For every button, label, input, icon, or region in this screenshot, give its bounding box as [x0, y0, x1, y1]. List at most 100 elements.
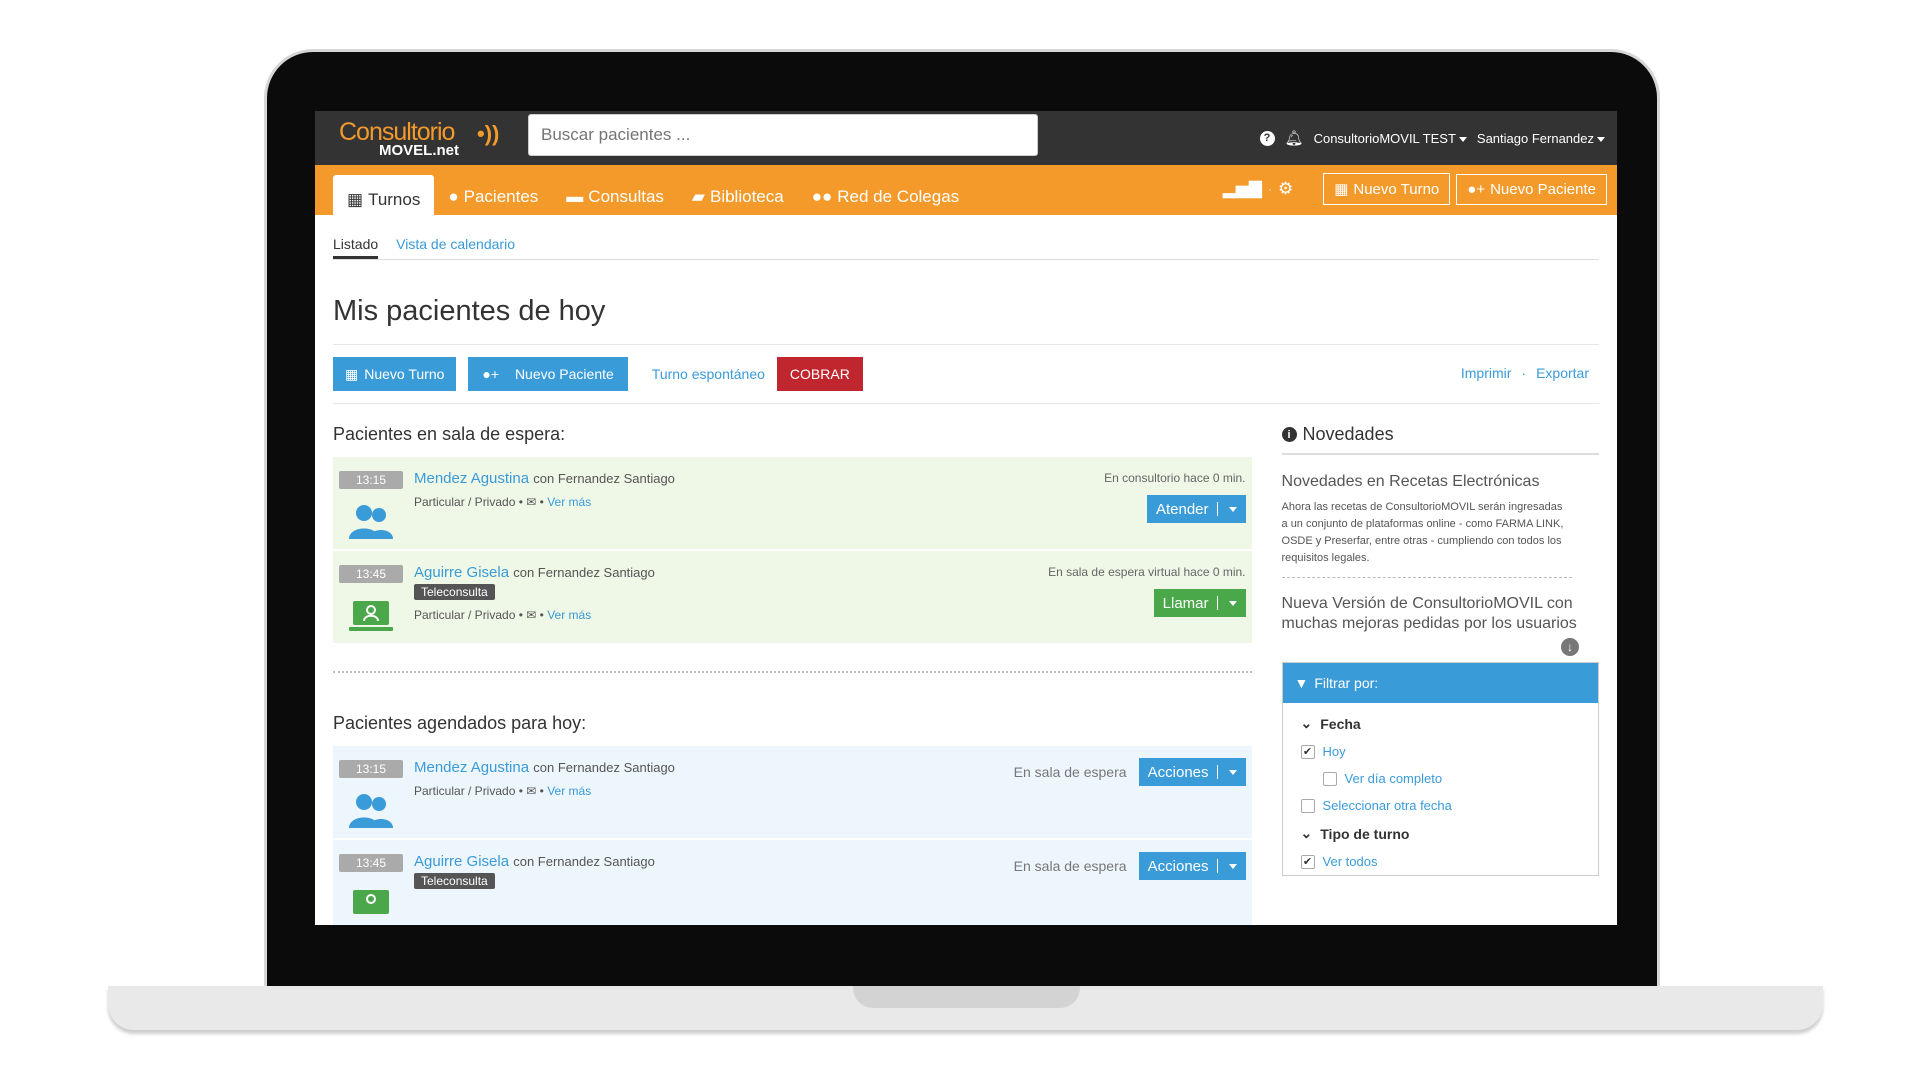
logo-text-bottom: MOVEL.net — [379, 142, 460, 159]
filter-section-label: Fecha — [1320, 715, 1361, 732]
filter-panel: ▼ Filtrar por: ⌄ Fecha ✔ Hoy Ver día comple… — [1281, 662, 1599, 876]
llamar-button[interactable]: Llamar — [1153, 589, 1246, 617]
time-badge: 13:15 — [339, 471, 403, 489]
filter-section-tipo[interactable]: ⌄ Tipo de turno — [1283, 819, 1598, 848]
tab-consultas[interactable]: ▬ Consultas — [552, 187, 678, 215]
separator-dot: · — [1521, 365, 1527, 381]
tab-turnos[interactable]: ▦ Turnos — [333, 175, 435, 215]
tab-biblioteca[interactable]: ▰ Biblioteca — [678, 187, 798, 215]
filter-section-fecha[interactable]: ⌄ Fecha — [1283, 709, 1598, 738]
patient-name[interactable]: Aguirre Gisela con Fernandez Santiago — [414, 564, 655, 581]
caret-down-icon[interactable] — [1228, 600, 1237, 606]
top-header: Consultorio MOVEL.net •)) ? 🔔︎ Consultor… — [315, 111, 1617, 165]
caret-down-icon — [1458, 136, 1467, 142]
filter-option-ver-todos[interactable]: ✔ Ver todos — [1283, 848, 1598, 875]
patient-meta: Particular / Privado • ✉ • Ver más — [414, 784, 591, 798]
acciones-button[interactable]: Acciones — [1138, 852, 1246, 880]
tab-red-de-colegas[interactable]: ●● Red de Colegas — [798, 187, 973, 215]
account-dropdown[interactable]: ConsultorioMOVIL TEST — [1314, 131, 1467, 146]
filter-title: Filtrar por: — [1314, 675, 1379, 691]
list-item[interactable]: 13:45 Aguirre Gisela con Fernandez Santi… — [333, 551, 1252, 645]
cobrar-button[interactable]: COBRAR — [776, 357, 863, 391]
filter-option-hoy[interactable]: ✔ Hoy — [1283, 738, 1598, 765]
exportar-link[interactable]: Exportar — [1536, 365, 1589, 381]
chevron-down-icon: ⌄ — [1300, 825, 1313, 841]
nuevo-turno-button[interactable]: ▦ Nuevo Turno — [333, 357, 457, 391]
imprimir-link[interactable]: Imprimir — [1461, 365, 1512, 381]
subtab-listado[interactable]: Listado — [333, 236, 379, 259]
calendar-icon: ▦ — [1334, 181, 1349, 198]
ver-mas-link[interactable]: Ver más — [547, 784, 591, 798]
page-title: Mis pacientes de hoy — [333, 295, 1599, 345]
user-plus-icon: ●+ — [1467, 180, 1486, 198]
patient-name[interactable]: Aguirre Gisela con Fernandez Santiago — [414, 853, 655, 870]
list-item[interactable]: 13:15 Mendez Agustina con Fernandez Sant… — [333, 457, 1252, 551]
news-title-2: Nueva Versión de ConsultorioMOVIL con mu… — [1281, 595, 1577, 632]
news-item-2[interactable]: Nueva Versión de ConsultorioMOVIL con mu… — [1281, 594, 1599, 656]
checkbox-checked[interactable]: ✔ — [1300, 744, 1315, 759]
time-badge: 13:45 — [339, 565, 403, 583]
calendar-icon: ▦ — [347, 190, 364, 209]
list-item[interactable]: 13:45 Aguirre Gisela con Fernandez Santi… — [333, 840, 1252, 925]
caret-down-icon[interactable] — [1228, 769, 1237, 775]
checkbox-checked[interactable]: ✔ — [1300, 854, 1315, 869]
search-input[interactable] — [528, 114, 1038, 156]
app-logo[interactable]: Consultorio MOVEL.net •)) — [331, 111, 501, 165]
export-links: Imprimir · Exportar — [1461, 365, 1589, 381]
acciones-button[interactable]: Acciones — [1138, 758, 1246, 786]
news-text-1: Ahora las recetas de ConsultorioMOVIL se… — [1281, 499, 1572, 578]
nav-nuevo-paciente-button[interactable]: ●+ Nuevo Paciente — [1456, 173, 1607, 205]
dot-separator: · — [1267, 182, 1272, 196]
time-badge: 13:15 — [339, 760, 403, 778]
caret-down-icon[interactable] — [1228, 863, 1237, 869]
ver-mas-link[interactable]: Ver más — [547, 495, 591, 509]
option-label: Seleccionar otra fecha — [1322, 798, 1452, 813]
tab-label: Biblioteca — [709, 187, 784, 206]
nav-nuevo-turno-button[interactable]: ▦ Nuevo Turno — [1323, 173, 1451, 205]
section-divider — [333, 671, 1252, 673]
user-dropdown[interactable]: Santiago Fernandez — [1477, 131, 1605, 146]
button-label: Atender — [1155, 500, 1209, 518]
status-text: En consultorio hace 0 min. — [1104, 471, 1246, 485]
ver-mas-link[interactable]: Ver más — [547, 608, 591, 622]
filter-option-otra-fecha[interactable]: Seleccionar otra fecha — [1283, 792, 1598, 819]
nuevo-paciente-button[interactable]: ●+ Nuevo Paciente — [468, 357, 628, 391]
patient-name[interactable]: Mendez Agustina con Fernandez Santiago — [414, 759, 675, 776]
help-icon[interactable]: ? — [1259, 130, 1275, 146]
subtab-calendario[interactable]: Vista de calendario — [396, 236, 515, 259]
doctor-label: con Fernandez Santiago — [533, 760, 675, 775]
news-title-1[interactable]: Novedades en Recetas Electrónicas — [1282, 473, 1599, 491]
bar-chart-icon[interactable]: ▂▅▇ — [1223, 179, 1262, 199]
button-label: Acciones — [1147, 763, 1209, 781]
bell-icon[interactable]: 🔔︎ — [1285, 129, 1304, 147]
list-item[interactable]: 13:15 Mendez Agustina con Fernandez Sant… — [333, 746, 1252, 840]
caret-down-icon[interactable] — [1228, 506, 1237, 512]
teleconsulta-icon — [353, 890, 389, 914]
patient-name-label: Mendez Agustina — [414, 759, 530, 776]
agendados-title: Pacientes agendados para hoy: — [333, 713, 587, 733]
button-label: Llamar — [1162, 594, 1209, 612]
tab-label: Red de Colegas — [837, 187, 960, 206]
button-label: Nuevo Paciente — [514, 366, 614, 382]
filter-option-ver-dia[interactable]: Ver día completo — [1283, 765, 1598, 792]
sala-espera-title: Pacientes en sala de espera: — [333, 424, 566, 444]
tab-pacientes[interactable]: ● Pacientes — [434, 187, 552, 215]
patient-meta: Particular / Privado • ✉ • Ver más — [414, 608, 591, 622]
action-bar: ▦ Nuevo Turno ●+ Nuevo Paciente Turno esp… — [333, 345, 1599, 404]
tab-label: Pacientes — [463, 187, 539, 206]
time-badge: 13:45 — [339, 854, 403, 872]
subtabs: Listado Vista de calendario — [333, 215, 1599, 260]
checkbox[interactable] — [1300, 798, 1315, 813]
arrow-down-circle-icon[interactable]: ↓ — [1561, 638, 1579, 656]
patient-name[interactable]: Mendez Agustina con Fernandez Santiago — [414, 470, 675, 487]
button-label: Nuevo Turno — [364, 366, 445, 382]
app-screen: Consultorio MOVEL.net •)) ? 🔔︎ Consultor… — [315, 111, 1617, 925]
checkbox[interactable] — [1322, 771, 1337, 786]
caret-down-icon — [1597, 136, 1605, 142]
atender-button[interactable]: Atender — [1146, 495, 1246, 523]
button-label: Acciones — [1147, 857, 1209, 875]
turno-espontaneo-link[interactable]: Turno espontáneo — [652, 366, 765, 382]
gear-icon[interactable]: ⚙ — [1278, 179, 1293, 199]
insurance-label: Particular / Privado • ✉ • — [414, 608, 544, 622]
account-label: ConsultorioMOVIL TEST — [1313, 130, 1456, 146]
